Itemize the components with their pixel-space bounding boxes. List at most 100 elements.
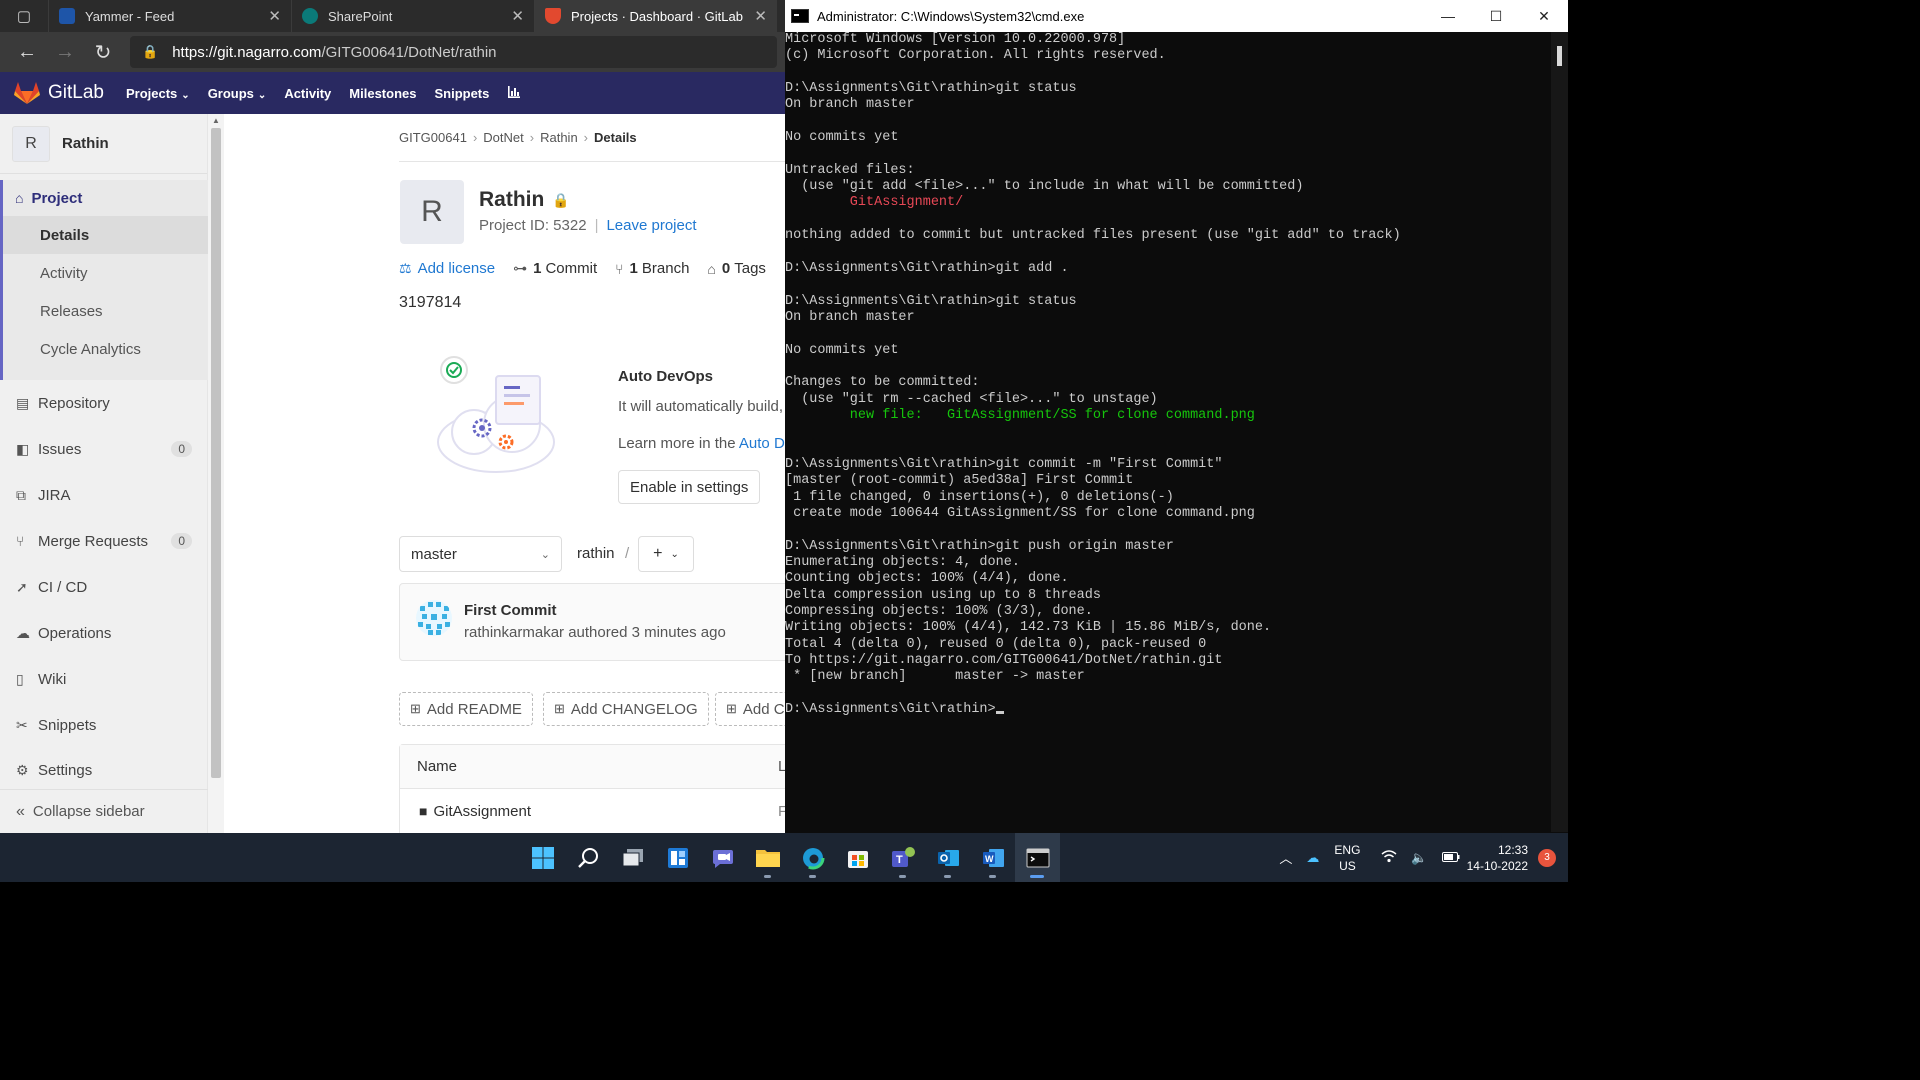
close-icon[interactable]: ✕ xyxy=(268,7,281,25)
add-license-link[interactable]: ⚖ Add license xyxy=(399,260,495,277)
repo-path[interactable]: rathin xyxy=(577,545,615,562)
scrollbar-thumb[interactable] xyxy=(1557,46,1562,66)
wifi-icon[interactable] xyxy=(1381,849,1397,866)
cmd-line: Untracked files: xyxy=(785,162,915,178)
file-explorer-button[interactable] xyxy=(745,833,790,882)
gitlab-logo[interactable]: GitLab xyxy=(14,81,104,105)
store-button[interactable] xyxy=(835,833,880,882)
notification-badge[interactable]: 3 xyxy=(1538,848,1556,867)
add-readme-button[interactable]: ⊞ Add README xyxy=(399,692,533,726)
collapse-sidebar-button[interactable]: « Collapse sidebar xyxy=(0,789,208,833)
merge-request-icon: ⑂ xyxy=(16,533,25,549)
nav-groups[interactable]: Groups ⌄ xyxy=(208,86,267,101)
widgets-icon xyxy=(667,847,688,868)
add-changelog-button[interactable]: ⊞ Add CHANGELOG xyxy=(543,692,709,726)
cmd-line xyxy=(785,244,1551,260)
cmd-scrollbar[interactable] xyxy=(1551,32,1568,832)
teams-button[interactable]: T xyxy=(880,833,925,882)
volume-icon[interactable]: 🔈 xyxy=(1411,850,1427,866)
widgets-button[interactable] xyxy=(655,833,700,882)
lock-icon[interactable]: 🔒 xyxy=(142,44,158,60)
minimize-button[interactable]: — xyxy=(1424,0,1472,32)
nav-activity[interactable]: Activity xyxy=(284,86,331,101)
add-file-dropdown[interactable]: + ⌄ xyxy=(638,536,694,572)
cmd-output[interactable]: Microsoft Windows [Version 10.0.22000.97… xyxy=(785,32,1551,832)
tab-yammer[interactable]: Yammer - Feed ✕ xyxy=(48,0,291,32)
teams-chat-button[interactable] xyxy=(700,833,745,882)
avatar[interactable] xyxy=(416,600,452,636)
terminal-button[interactable] xyxy=(1015,833,1060,882)
enable-in-settings-button[interactable]: Enable in settings xyxy=(618,470,761,504)
sidebar-item-project[interactable]: ⌂ Project xyxy=(3,180,208,216)
scale-icon: ⚖ xyxy=(399,260,412,276)
branches-link[interactable]: ⑂ 1 Branch xyxy=(615,260,689,277)
branch-selector[interactable]: master ⌄ xyxy=(399,536,562,572)
back-icon[interactable]: ← xyxy=(8,36,46,68)
sidebar-item-repository[interactable]: ▤ Repository xyxy=(0,383,208,423)
issues-count-badge: 0 xyxy=(171,441,192,457)
sidebar-item-cycle-analytics[interactable]: Cycle Analytics xyxy=(3,330,208,368)
breadcrumb-group[interactable]: GITG00641 xyxy=(399,130,467,145)
chart-icon[interactable] xyxy=(507,85,521,102)
sidebar-scrollbar[interactable]: ▲ xyxy=(208,114,224,833)
sidebar-item-wiki[interactable]: ▯ Wiki xyxy=(0,659,208,699)
battery-icon[interactable] xyxy=(1441,850,1460,865)
commits-link[interactable]: ⊶ 1 Commit xyxy=(513,260,597,277)
commit-title[interactable]: First Commit xyxy=(464,602,557,619)
collapse-sidebar-label: Collapse sidebar xyxy=(32,803,145,820)
tab-gitlab[interactable]: Projects · Dashboard · GitLab ✕ xyxy=(534,0,777,32)
onedrive-icon[interactable]: ☁ xyxy=(1306,850,1319,866)
desktop: ▢ Yammer - Feed ✕ SharePoint ✕ Projects … xyxy=(0,0,1568,882)
cmd-line: On branch master xyxy=(785,97,915,113)
cmd-line: (c) Microsoft Corporation. All rights re… xyxy=(785,48,1166,64)
taskbar: T W ︿ ☁ ENG US 🔈 12:33 14-10-2022 3 xyxy=(0,833,1568,882)
add-contributing-button[interactable]: ⊞ Add C xyxy=(715,692,785,726)
sidebar-item-operations[interactable]: ☁ Operations xyxy=(0,613,208,653)
tab-sharepoint[interactable]: SharePoint ✕ xyxy=(291,0,534,32)
tab-actions-icon[interactable]: ▢ xyxy=(0,0,48,32)
sidebar-item-merge-requests[interactable]: ⑂ Merge Requests 0 xyxy=(0,521,208,561)
close-icon[interactable]: ✕ xyxy=(511,7,524,25)
table-row[interactable]: ■ GitAssignment F xyxy=(400,789,785,833)
sidebar-item-activity[interactable]: Activity xyxy=(3,254,208,292)
sidebar-item-details[interactable]: Details xyxy=(3,216,208,254)
leave-project-link[interactable]: Leave project xyxy=(606,217,696,234)
sidebar-item-releases[interactable]: Releases xyxy=(3,292,208,330)
sidebar-item-settings[interactable]: ⚙ Settings xyxy=(0,750,208,790)
clock[interactable]: 12:33 14-10-2022 xyxy=(1467,842,1528,874)
refresh-icon[interactable]: ↻ xyxy=(84,36,122,68)
start-button[interactable] xyxy=(520,833,565,882)
nav-milestones[interactable]: Milestones xyxy=(349,86,416,101)
cmd-line: Enumerating objects: 4, done. xyxy=(785,555,1020,570)
word-button[interactable]: W xyxy=(970,833,1015,882)
sidebar-item-jira[interactable]: ⧉ JIRA xyxy=(0,475,208,515)
maximize-button[interactable]: ☐ xyxy=(1472,0,1520,32)
cmd-title-bar[interactable]: Administrator: C:\Windows\System32\cmd.e… xyxy=(785,0,1568,32)
running-indicator xyxy=(764,875,771,878)
scroll-up-icon[interactable]: ▲ xyxy=(212,116,220,125)
url-input[interactable]: 🔒 https://git.nagarro.com/GITG00641/DotN… xyxy=(130,36,777,68)
close-icon[interactable]: ✕ xyxy=(754,7,767,25)
sidebar-item-snippets[interactable]: ✂ Snippets xyxy=(0,705,208,745)
chevron-up-icon[interactable]: ︿ xyxy=(1279,848,1292,867)
close-button[interactable]: ✕ xyxy=(1520,0,1568,32)
auto-devops-link[interactable]: Auto De xyxy=(739,435,785,452)
nav-projects[interactable]: Projects ⌄ xyxy=(126,86,190,101)
scrollbar-thumb[interactable] xyxy=(211,128,221,778)
search-button[interactable] xyxy=(565,833,610,882)
task-view-button[interactable] xyxy=(610,833,655,882)
sidebar-item-ci-cd[interactable]: ➚ CI / CD xyxy=(0,567,208,607)
forward-icon[interactable]: → xyxy=(46,36,84,68)
breadcrumb-subgroup[interactable]: DotNet xyxy=(483,130,523,145)
gitlab-tab-icon xyxy=(545,8,561,24)
language-indicator[interactable]: ENG US xyxy=(1334,842,1360,874)
edge-button[interactable] xyxy=(790,833,835,882)
sidebar-item-label: JIRA xyxy=(38,486,71,504)
tags-link[interactable]: ⌂ 0 Tags xyxy=(707,260,766,277)
file-name[interactable]: GitAssignment xyxy=(433,803,531,820)
breadcrumb-project[interactable]: Rathin xyxy=(540,130,578,145)
nav-snippets[interactable]: Snippets xyxy=(434,86,489,101)
sidebar-header[interactable]: R Rathin xyxy=(0,114,207,174)
outlook-button[interactable] xyxy=(925,833,970,882)
sidebar-item-issues[interactable]: ◧ Issues 0 xyxy=(0,429,208,469)
